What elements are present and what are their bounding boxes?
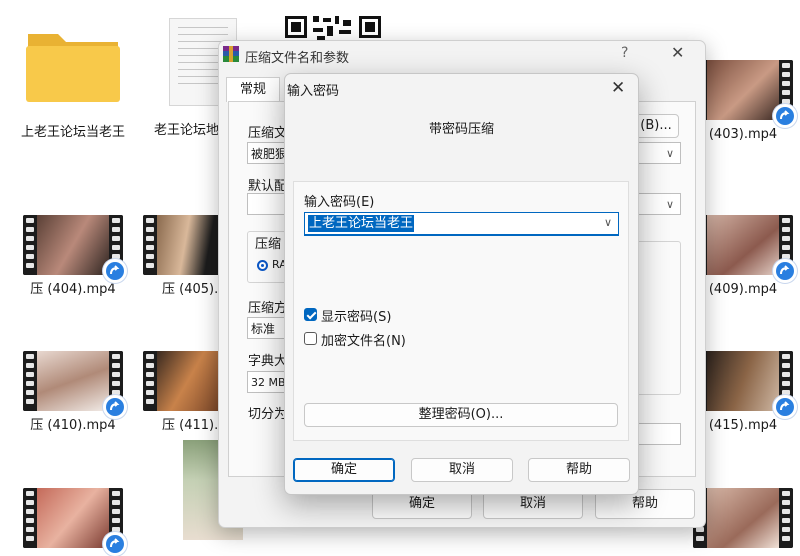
profile-select[interactable] xyxy=(247,193,285,215)
help-icon[interactable]: ? xyxy=(621,45,628,61)
chevron-down-icon: ∨ xyxy=(665,198,674,211)
organize-passwords-button[interactable]: 整理密码(O)... xyxy=(304,403,618,427)
desktop-item-label: 压 (410).mp4 xyxy=(30,418,116,433)
dialog-subtitle: 带密码压缩 xyxy=(428,122,494,137)
shortcut-arrow-icon xyxy=(103,532,127,556)
desktop-item-folder[interactable]: 上老王论坛当老王 xyxy=(18,20,128,141)
folder-icon xyxy=(26,34,120,102)
shortcut-arrow-icon xyxy=(773,104,797,128)
ok-button[interactable]: 确定 xyxy=(293,458,395,482)
password-value: 上老王论坛当老王 xyxy=(308,215,415,232)
encrypt-filenames-label[interactable]: 加密文件名(N) xyxy=(321,330,406,349)
cancel-button[interactable]: 取消 xyxy=(411,458,513,482)
video-thumbnail xyxy=(693,60,797,128)
split-volumes-field[interactable] xyxy=(633,423,681,445)
options-group xyxy=(633,241,681,395)
dictionary-select[interactable]: 32 MB xyxy=(247,371,285,393)
split-volumes-label: 切分为 xyxy=(248,407,285,422)
default-profile-label: 默认配 xyxy=(248,179,285,194)
chevron-down-icon: ∨ xyxy=(665,147,674,160)
desktop-item-video[interactable] xyxy=(18,488,128,556)
method-label: 压缩方 xyxy=(248,301,285,316)
tab-general[interactable]: 常规 xyxy=(226,77,280,102)
archive-name-field[interactable]: 被肥狠 xyxy=(247,142,285,164)
desktop-item-label: 压 (404).mp4 xyxy=(30,282,116,297)
dictionary-label: 字典大 xyxy=(248,354,285,369)
shortcut-arrow-icon xyxy=(773,259,797,283)
shortcut-arrow-icon xyxy=(103,395,127,419)
update-mode-select[interactable]: ∨ xyxy=(633,142,681,164)
profile-dropdown[interactable]: ∨ xyxy=(633,193,681,215)
password-label: 输入密码(E) xyxy=(304,195,375,210)
close-icon[interactable]: ✕ xyxy=(611,78,625,98)
desktop-item-video[interactable]: 压 (410).mp4 xyxy=(18,351,128,434)
video-thumbnail xyxy=(23,488,127,556)
enter-password-dialog: 输入密码 ✕ 带密码压缩 输入密码(E) 上老王论坛当老王 ∨ 显示密码(S) … xyxy=(284,73,639,495)
video-thumbnail xyxy=(693,488,793,548)
format-radio[interactable] xyxy=(257,260,268,271)
method-select[interactable]: 标准 xyxy=(247,317,285,339)
close-icon[interactable]: ✕ xyxy=(671,43,684,62)
encrypt-filenames-checkbox[interactable] xyxy=(304,332,317,345)
browse-button[interactable]: (B)... xyxy=(633,114,679,138)
archive-name-label: 压缩文 xyxy=(248,126,285,141)
help-button[interactable]: 帮助 xyxy=(528,458,630,482)
chevron-down-icon[interactable]: ∨ xyxy=(604,216,612,229)
video-thumbnail xyxy=(23,351,127,419)
password-input[interactable]: 上老王论坛当老王 ∨ xyxy=(304,212,619,236)
desktop-item-label: 上老王论坛当老王 xyxy=(20,125,125,140)
shortcut-arrow-icon xyxy=(103,259,127,283)
video-thumbnail xyxy=(23,215,127,283)
dialog-title: 输入密码 xyxy=(287,84,340,99)
format-group-label: 压缩 xyxy=(255,237,282,252)
show-password-checkbox[interactable] xyxy=(304,308,317,321)
qr-code-image[interactable] xyxy=(283,14,383,42)
video-thumbnail xyxy=(693,215,797,283)
video-thumbnail xyxy=(693,351,797,419)
shortcut-arrow-icon xyxy=(773,395,797,419)
desktop-item-video[interactable]: 压 (404).mp4 xyxy=(18,215,128,298)
title-bar[interactable]: 压缩文件名和参数 ? ✕ xyxy=(219,41,705,71)
show-password-label[interactable]: 显示密码(S) xyxy=(321,306,391,325)
winrar-icon xyxy=(223,46,239,62)
dialog-title: 压缩文件名和参数 xyxy=(245,51,350,66)
